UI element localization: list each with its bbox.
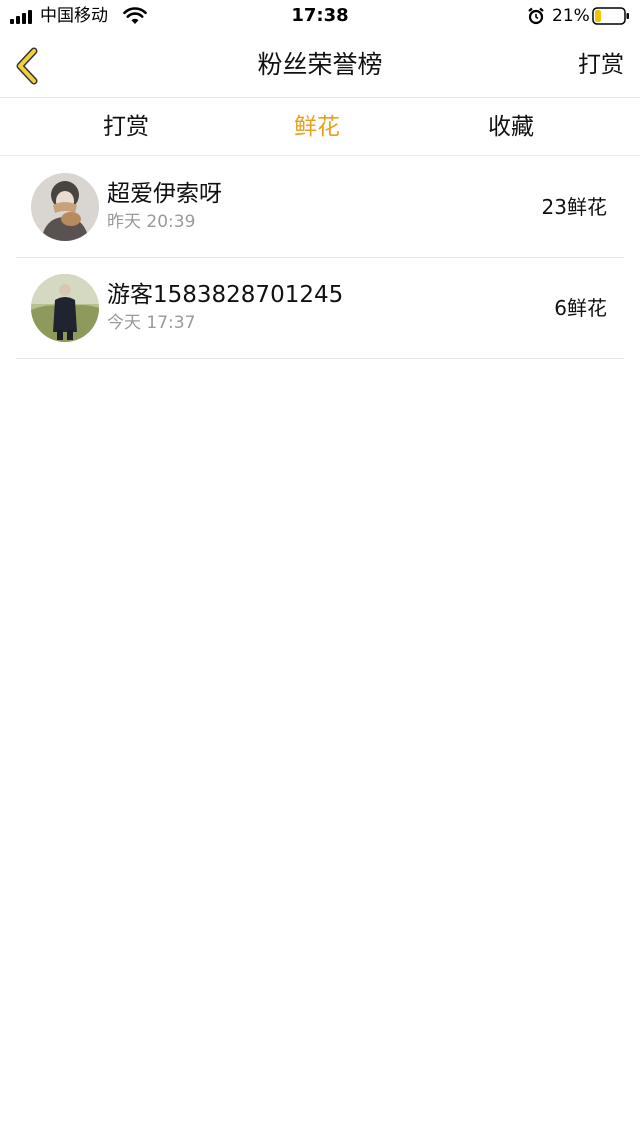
battery-percent: 21% <box>552 6 590 26</box>
page-title: 粉丝荣誉榜 <box>257 50 383 79</box>
status-bar: 中国移动 17:38 21% <box>0 0 640 34</box>
screen: 中国移动 17:38 21% 粉丝荣誉榜 打赏 打赏 鲜花 收藏 超爱伊索呀 昨… <box>0 0 640 1138</box>
nav-bar: 粉丝荣誉榜 打赏 <box>0 34 640 98</box>
divider <box>16 358 624 359</box>
fan-name: 游客1583828701245 <box>107 282 344 308</box>
fan-time: 昨天 20:39 <box>107 212 196 232</box>
tab-flowers[interactable]: 鲜花 <box>294 110 340 144</box>
fan-name: 超爱伊索呀 <box>107 181 222 207</box>
battery-icon <box>592 7 629 25</box>
list-item[interactable]: 游客1583828701245 今天 17:37 6鲜花 <box>0 258 640 359</box>
flower-count: 6鲜花 <box>554 296 607 320</box>
tab-bar: 打赏 鲜花 收藏 <box>0 98 640 156</box>
tab-reward[interactable]: 打赏 <box>103 110 149 144</box>
fan-list: 超爱伊索呀 昨天 20:39 23鲜花 游客1583828701245 今天 1… <box>0 157 640 359</box>
flower-count: 23鲜花 <box>541 195 607 219</box>
reward-button[interactable]: 打赏 <box>578 48 624 82</box>
list-item[interactable]: 超爱伊索呀 昨天 20:39 23鲜花 <box>0 157 640 258</box>
alarm-icon <box>528 7 544 25</box>
avatar-icon <box>31 173 99 241</box>
tab-favorites[interactable]: 收藏 <box>488 110 534 144</box>
avatar-icon <box>31 274 99 342</box>
fan-time: 今天 17:37 <box>107 313 196 333</box>
